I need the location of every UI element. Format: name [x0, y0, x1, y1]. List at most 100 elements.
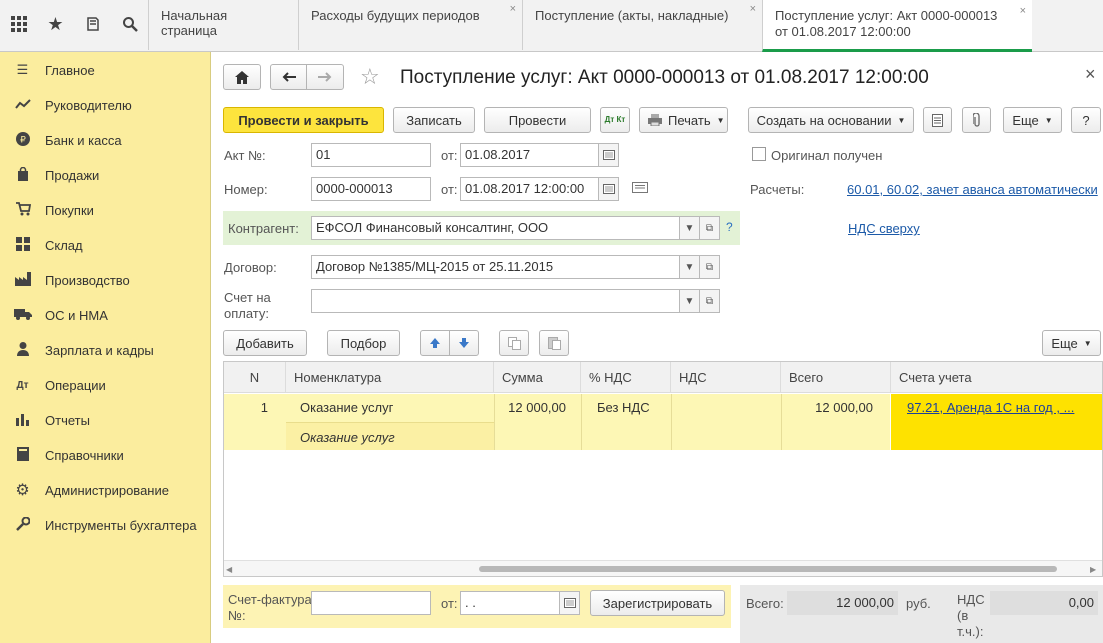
scrollbar-thumb[interactable]	[479, 566, 1057, 572]
sidebar-item-main[interactable]: ☰ Главное	[0, 55, 211, 85]
search-icon[interactable]	[111, 0, 148, 48]
paste-row-button[interactable]	[539, 330, 569, 356]
comment-icon[interactable]	[632, 182, 648, 197]
more-button[interactable]: Еще ▼	[1003, 107, 1062, 133]
settlements-link[interactable]: 60.01, 60.02, зачет аванса автоматически	[847, 182, 1098, 197]
sidebar-item-assets[interactable]: ОС и НМА	[0, 300, 211, 330]
tab-receipts[interactable]: Поступление (акты, накладные) ×	[522, 0, 762, 50]
sidebar-item-label: Справочники	[45, 447, 124, 463]
invoice-number-input[interactable]	[311, 591, 431, 615]
create-based-label: Создать на основании	[756, 112, 892, 128]
number-input[interactable]: 0000-000013	[311, 177, 431, 201]
tab-home[interactable]: Начальная страница	[148, 0, 298, 50]
book-icon	[0, 446, 45, 464]
copy-row-button[interactable]	[499, 330, 529, 356]
sidebar-item-warehouse[interactable]: Склад	[0, 230, 211, 260]
sidebar-item-tools[interactable]: Инструменты бухгалтера	[0, 510, 211, 540]
act-number-input[interactable]: 01	[311, 143, 431, 167]
contract-dropdown-button[interactable]: ▼	[679, 255, 700, 279]
invoice-date-input[interactable]: . .	[460, 591, 560, 615]
invoice-dropdown-button[interactable]: ▼	[679, 289, 700, 313]
close-tab-icon[interactable]: ×	[1020, 3, 1026, 19]
contract-input[interactable]: Договор №1385/МЦ-2015 от 25.11.2015	[311, 255, 681, 279]
calendar-button[interactable]	[598, 177, 619, 201]
counterparty-dropdown-button[interactable]: ▼	[679, 216, 700, 240]
number-date-input[interactable]: 01.08.2017 12:00:00	[460, 177, 599, 201]
attachment-button[interactable]	[962, 107, 991, 133]
horizontal-scrollbar[interactable]: ◀ ▶	[224, 560, 1102, 576]
act-date-input[interactable]: 01.08.2017	[460, 143, 599, 167]
label-line: т.ч.):	[957, 624, 984, 639]
calendar-button[interactable]	[559, 591, 580, 615]
history-icon[interactable]	[74, 0, 111, 48]
row-sum[interactable]: 12 000,00	[494, 394, 574, 421]
select-button[interactable]: Подбор	[327, 330, 400, 356]
dt-kt-button[interactable]: Дт Кт	[600, 107, 630, 133]
sidebar-item-purchases[interactable]: Покупки	[0, 195, 211, 225]
document-icon	[932, 113, 943, 127]
calendar-button[interactable]	[598, 143, 619, 167]
add-row-button[interactable]: Добавить	[223, 330, 307, 356]
row-nomenclature[interactable]: Оказание услуг	[292, 394, 492, 421]
row-total[interactable]: 12 000,00	[781, 394, 881, 421]
favorite-star-icon[interactable]: ☆	[360, 64, 380, 90]
table-more-button[interactable]: Еще ▼	[1042, 330, 1101, 356]
move-up-button[interactable]	[420, 330, 450, 356]
row-number: 1	[260, 400, 268, 415]
create-based-on-button[interactable]: Создать на основании ▼	[748, 107, 914, 133]
column-header-n[interactable]: N	[224, 362, 286, 393]
column-header-total[interactable]: Всего	[781, 362, 891, 393]
row-content[interactable]: Оказание услуг	[292, 424, 492, 451]
column-header-vat[interactable]: НДС	[671, 362, 781, 393]
vat-on-top-link[interactable]: НДС сверху	[848, 221, 920, 236]
tab-service-receipt[interactable]: Поступление услуг: Акт 0000-000013 от 01…	[762, 0, 1032, 52]
contract-open-button[interactable]: ⧉	[699, 255, 720, 279]
number-date-label: от:	[441, 182, 458, 197]
document-button[interactable]	[923, 107, 952, 133]
help-question-icon[interactable]: ?	[726, 220, 733, 234]
sidebar-item-bank[interactable]: ₽ Банк и касса	[0, 125, 211, 155]
sidebar-item-reports[interactable]: Отчеты	[0, 405, 211, 435]
home-button[interactable]	[223, 64, 261, 90]
column-header-sum[interactable]: Сумма	[494, 362, 581, 393]
back-button[interactable]	[270, 64, 307, 90]
row-accounts-link[interactable]: 97.21, Аренда 1С на год , ...	[899, 394, 1099, 421]
apps-grid-icon[interactable]	[0, 0, 37, 48]
counterparty-input[interactable]: ЕФСОЛ Финансовый консалтинг, ООО	[311, 216, 681, 240]
sidebar-item-operations[interactable]: Дт Операции	[0, 370, 211, 400]
print-button[interactable]: Печать ▼	[639, 107, 728, 133]
scroll-right-icon[interactable]: ▶	[1090, 565, 1096, 574]
favorites-star-icon[interactable]: ★	[37, 0, 74, 48]
column-header-vat-rate[interactable]: % НДС	[581, 362, 671, 393]
row-vat-rate[interactable]: Без НДС	[589, 394, 669, 421]
help-button[interactable]: ?	[1071, 107, 1101, 133]
forward-button[interactable]	[306, 64, 344, 90]
sidebar-item-sales[interactable]: Продажи	[0, 160, 211, 190]
post-button[interactable]: Провести	[484, 107, 591, 133]
chevron-down-icon: ▼	[684, 261, 695, 273]
sidebar-item-payroll[interactable]: Зарплата и кадры	[0, 335, 211, 365]
sidebar-item-production[interactable]: Производство	[0, 265, 211, 295]
invoice-open-button[interactable]: ⧉	[699, 289, 720, 313]
move-down-button[interactable]	[449, 330, 479, 356]
close-form-icon[interactable]: ×	[1085, 64, 1096, 85]
row-vat[interactable]	[671, 394, 779, 406]
tab-label-line2: от 01.08.2017 12:00:00	[775, 24, 911, 39]
original-received-checkbox[interactable]	[752, 147, 766, 161]
counterparty-open-button[interactable]: ⧉	[699, 216, 720, 240]
post-and-close-button[interactable]: Провести и закрыть	[223, 107, 384, 133]
sidebar-item-references[interactable]: Справочники	[0, 440, 211, 470]
close-tab-icon[interactable]: ×	[510, 3, 516, 15]
tab-future-expenses[interactable]: Расходы будущих периодов ×	[298, 0, 522, 50]
column-header-nomenclature[interactable]: Номенклатура	[286, 362, 494, 393]
arrow-left-icon	[282, 72, 296, 82]
column-header-accounts[interactable]: Счета учета	[891, 362, 1102, 393]
bar-chart-icon	[0, 412, 45, 429]
invoice-for-payment-input[interactable]	[311, 289, 681, 313]
sidebar-item-admin[interactable]: ⚙ Администрирование	[0, 475, 211, 505]
close-tab-icon[interactable]: ×	[750, 3, 756, 15]
scroll-left-icon[interactable]: ◀	[226, 565, 232, 574]
register-invoice-button[interactable]: Зарегистрировать	[590, 590, 725, 616]
sidebar-item-manager[interactable]: Руководителю	[0, 90, 211, 120]
save-button[interactable]: Записать	[393, 107, 475, 133]
